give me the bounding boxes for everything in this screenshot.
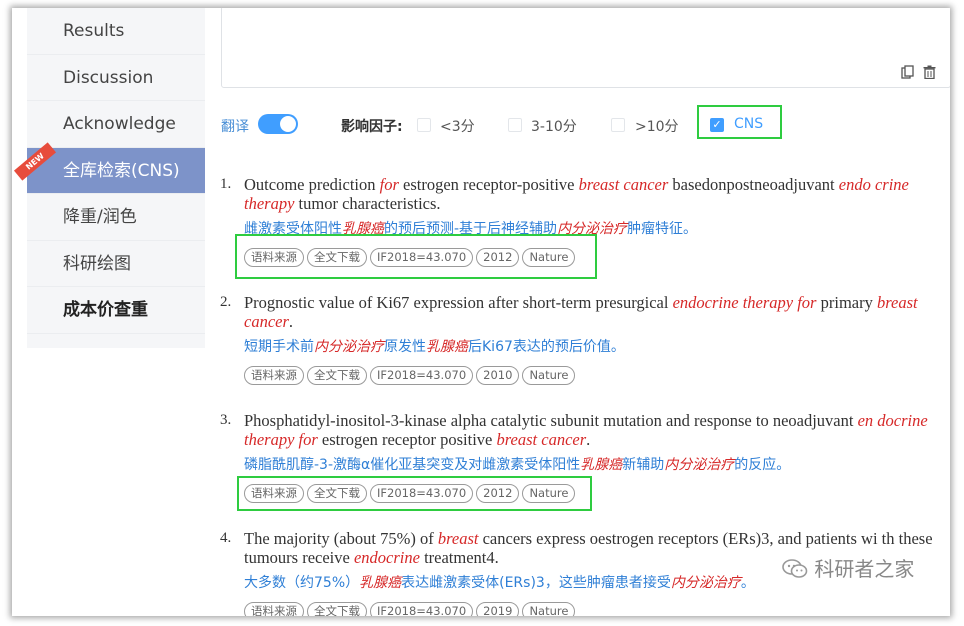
search-textarea[interactable] [221,8,950,88]
sidebar-item-polish[interactable]: 降重/润色 [27,194,205,241]
journal-tag: Nature [522,602,576,616]
result-translation: 短期手术前内分泌治疗原发性乳腺癌后Ki67表达的预后价值。 [244,339,625,355]
source-tag[interactable]: 语料来源 [244,602,304,616]
source-tag[interactable]: 语料来源 [244,366,304,385]
result-title[interactable]: Prognostic value of Ki67 expression afte… [244,293,934,331]
impact-factor-label: 影响因子: [341,119,403,135]
if-under-3-checkbox[interactable] [417,118,431,132]
sidebar-item-label: 科研绘图 [63,253,131,274]
result-translation: 磷脂酰肌醇-3-激酶α催化亚基突变及对雌激素受体阳性乳腺癌新辅助内分泌治疗的反应… [244,457,791,473]
toggle-knob [280,116,296,132]
if-over-10-label: >10分 [635,119,679,135]
impact-factor-tag: IF2018=43.070 [370,366,474,385]
sidebar-item-label: Discussion [63,67,154,88]
result-translation: 大多数（约75%）乳腺癌表达雌激素受体(ERs)3，这些肿瘤患者接受内分泌治疗。 [244,575,755,591]
result-number: 3. [220,412,232,428]
result-number: 4. [220,530,232,546]
impact-factor-tag: IF2018=43.070 [370,602,474,616]
result-number: 2. [220,294,232,310]
sidebar-item-label: 降重/润色 [63,207,137,227]
wechat-icon [782,559,808,578]
sidebar-item-results[interactable]: Results [27,8,205,55]
highlight-box-cns [697,105,782,139]
copy-icon[interactable] [900,65,914,80]
year-tag: 2010 [476,366,520,385]
sidebar-item-cns-search[interactable]: NEW 全库检索(CNS) [13,141,205,194]
sidebar-item-drawing[interactable]: 科研绘图 [27,241,205,287]
app-frame: Results Discussion Acknowledge NEW 全库检索(… [12,8,950,616]
if-under-3-label: <3分 [440,119,475,135]
download-tag[interactable]: 全文下载 [307,366,367,385]
sidebar-item-label: 全库检索(CNS) [63,160,180,181]
year-tag: 2019 [476,602,520,616]
new-badge: NEW [13,141,57,181]
sidebar-item-plagiarism-check[interactable]: 成本价查重 [27,287,205,334]
result-title[interactable]: Phosphatidyl-inositol-3-kinase alpha cat… [244,411,934,449]
watermark-text: 科研者之家 [814,557,915,581]
if-3-10-checkbox[interactable] [508,118,522,132]
sidebar-item-label: Results [63,21,125,41]
journal-tag: Nature [522,366,576,385]
highlight-box-result-1 [235,234,597,279]
highlight-box-result-3 [237,476,592,511]
sidebar-item-label: 成本价查重 [63,300,148,320]
download-tag[interactable]: 全文下载 [307,602,367,616]
translate-label: 翻译 [221,119,249,135]
sidebar-item-discussion[interactable]: Discussion [27,55,205,101]
result-number: 1. [220,176,232,192]
watermark: 科研者之家 [782,553,914,582]
if-3-10-label: 3-10分 [531,119,577,135]
translate-toggle[interactable] [258,114,298,134]
result-title[interactable]: Outcome prediction for estrogen receptor… [244,175,934,213]
result-tags: 语料来源 全文下载 IF2018=43.070 2010 Nature [244,366,578,386]
if-over-10-checkbox[interactable] [611,118,625,132]
result-tags: 语料来源 全文下载 IF2018=43.070 2019 Nature [244,602,578,616]
sidebar-item-acknowledge[interactable]: Acknowledge [27,101,205,148]
sidebar-item-label: Acknowledge [63,114,176,134]
trash-icon[interactable] [922,65,936,80]
sidebar: Results Discussion Acknowledge NEW 全库检索(… [13,8,205,348]
filter-row: 翻译 影响因子: <3分 3-10分 >10分 ✓ CNS [221,112,941,136]
